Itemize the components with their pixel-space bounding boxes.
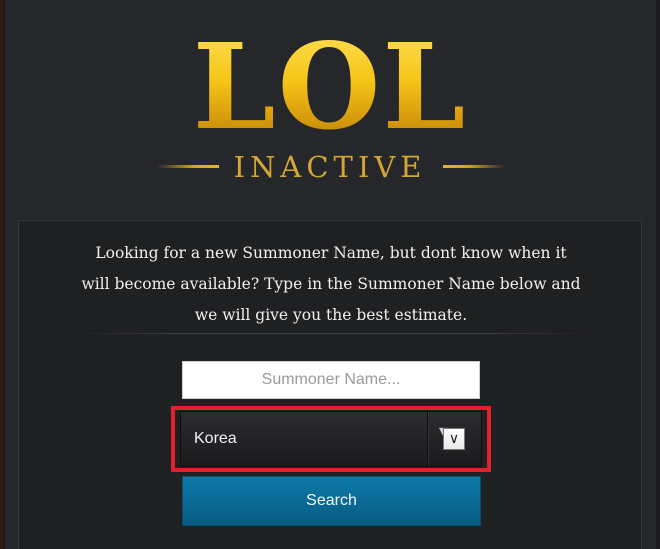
logo-subtitle-row: INACTIVE bbox=[0, 150, 660, 186]
summoner-name-input[interactable] bbox=[182, 361, 480, 399]
logo-ornament-right bbox=[443, 165, 505, 168]
select-separator bbox=[427, 412, 428, 466]
search-panel: Looking for a new Summoner Name, but don… bbox=[18, 220, 642, 549]
region-select[interactable]: Korea ▼ ∨ bbox=[180, 411, 482, 467]
logo-subtitle: INACTIVE bbox=[233, 150, 427, 184]
region-selected-value: Korea bbox=[194, 430, 237, 447]
site-logo: LOL INACTIVE bbox=[0, 0, 660, 210]
logo-title: LOL bbox=[0, 22, 660, 152]
page: LOL INACTIVE Looking for a new Summoner … bbox=[0, 0, 660, 549]
intro-text: Looking for a new Summoner Name, but don… bbox=[81, 244, 581, 324]
panel-divider bbox=[69, 333, 593, 334]
chevron-down-icon[interactable]: ∨ bbox=[443, 428, 465, 450]
search-button[interactable]: Search bbox=[182, 476, 481, 526]
